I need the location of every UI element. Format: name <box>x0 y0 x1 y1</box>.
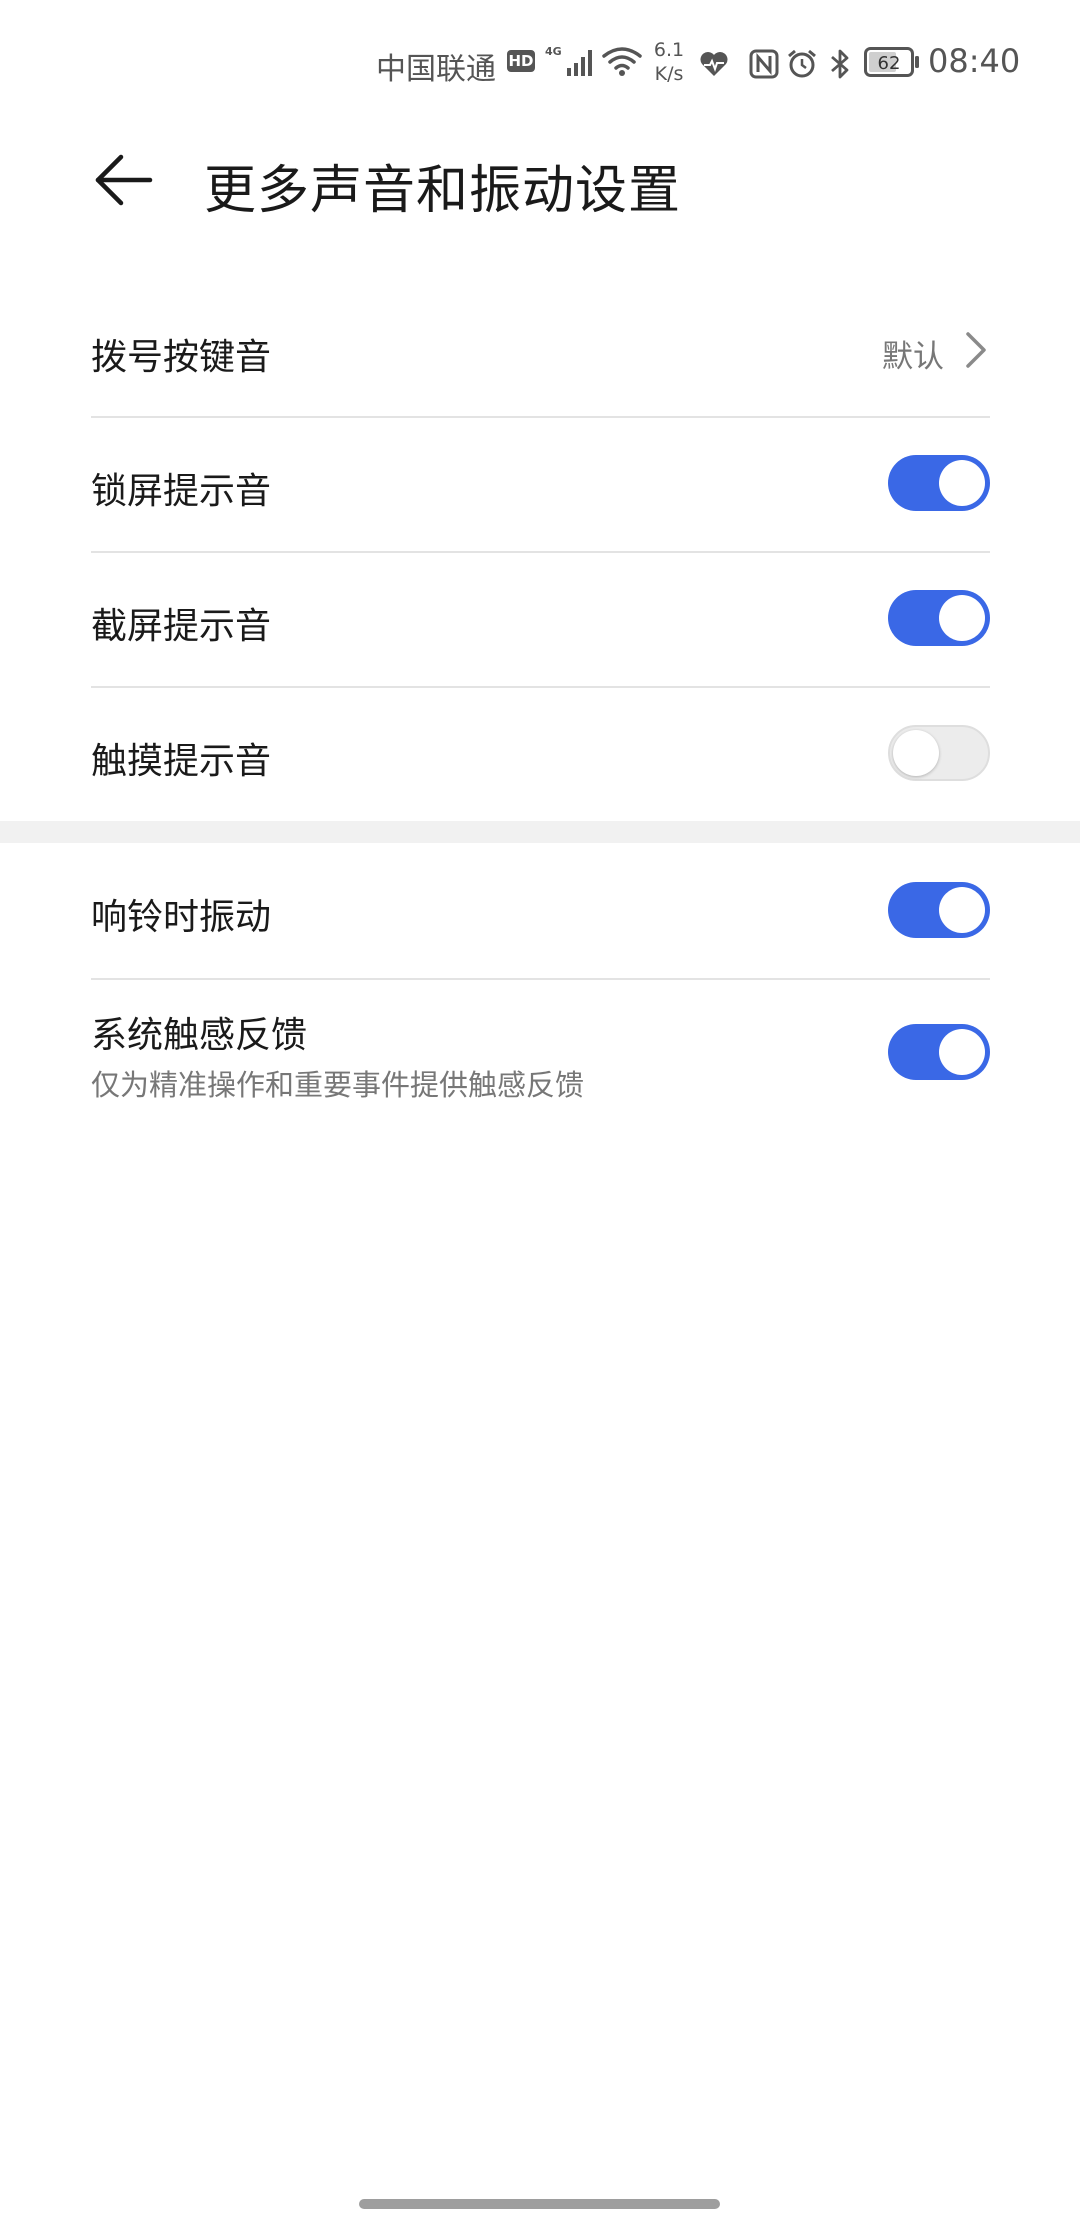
chevron-right-icon <box>966 332 986 368</box>
network-speed-unit: K/s <box>654 63 684 85</box>
signal-icon: 4G <box>545 45 592 76</box>
status-bar: 中国联通 HD 4G 6.1 K/s 62 08:40 <box>0 0 1080 120</box>
dial-pad-tone-row[interactable]: 拨号按键音 默认 <box>0 300 1080 416</box>
toggle-knob <box>893 730 939 776</box>
bluetooth-icon <box>831 49 849 79</box>
screenshot-sound-row: 截屏提示音 <box>0 553 1080 686</box>
arrow-left-icon <box>95 154 153 206</box>
alarm-icon <box>788 49 816 78</box>
nfc-icon <box>749 49 779 79</box>
clock: 08:40 <box>928 42 1021 80</box>
vibrate-on-ring-toggle[interactable] <box>888 882 990 938</box>
network-speed-value: 6.1 <box>653 39 685 61</box>
haptic-feedback-label: 系统触感反馈 <box>91 1015 308 1056</box>
battery-level: 62 <box>878 53 901 74</box>
wifi-icon <box>602 47 642 76</box>
vibrate-on-ring-label: 响铃时振动 <box>91 897 272 938</box>
toggle-knob <box>939 460 985 506</box>
haptic-feedback-toggle[interactable] <box>888 1024 990 1080</box>
page-title: 更多声音和振动设置 <box>204 161 682 221</box>
toggle-knob <box>939 595 985 641</box>
carrier-label: 中国联通 <box>376 52 496 87</box>
section-divider <box>0 821 1080 843</box>
toggle-knob <box>939 887 985 933</box>
network-speed: 6.1 K/s <box>648 38 690 86</box>
hd-badge: HD <box>507 50 535 72</box>
toggle-knob <box>939 1029 985 1075</box>
screenshot-sound-label: 截屏提示音 <box>91 606 272 647</box>
network-type-label: 4G <box>545 45 562 58</box>
back-button[interactable] <box>84 140 164 220</box>
screenshot-sound-toggle[interactable] <box>888 590 990 646</box>
battery-icon: 62 <box>864 47 919 77</box>
haptic-feedback-description: 仅为精准操作和重要事件提供触感反馈 <box>91 1068 585 1102</box>
health-icon <box>700 52 728 76</box>
lock-screen-sound-label: 锁屏提示音 <box>91 471 272 512</box>
lock-screen-sound-row: 锁屏提示音 <box>0 418 1080 551</box>
home-indicator[interactable] <box>359 2199 720 2209</box>
dial-pad-tone-label: 拨号按键音 <box>91 337 272 378</box>
touch-sound-label: 触摸提示音 <box>91 741 272 782</box>
vibrate-on-ring-row: 响铃时振动 <box>0 843 1080 978</box>
haptic-feedback-row: 系统触感反馈 仅为精准操作和重要事件提供触感反馈 <box>0 980 1080 1130</box>
dial-pad-tone-value: 默认 <box>882 339 944 375</box>
lock-screen-sound-toggle[interactable] <box>888 455 990 511</box>
touch-sound-toggle[interactable] <box>888 725 990 781</box>
touch-sound-row: 触摸提示音 <box>0 688 1080 821</box>
